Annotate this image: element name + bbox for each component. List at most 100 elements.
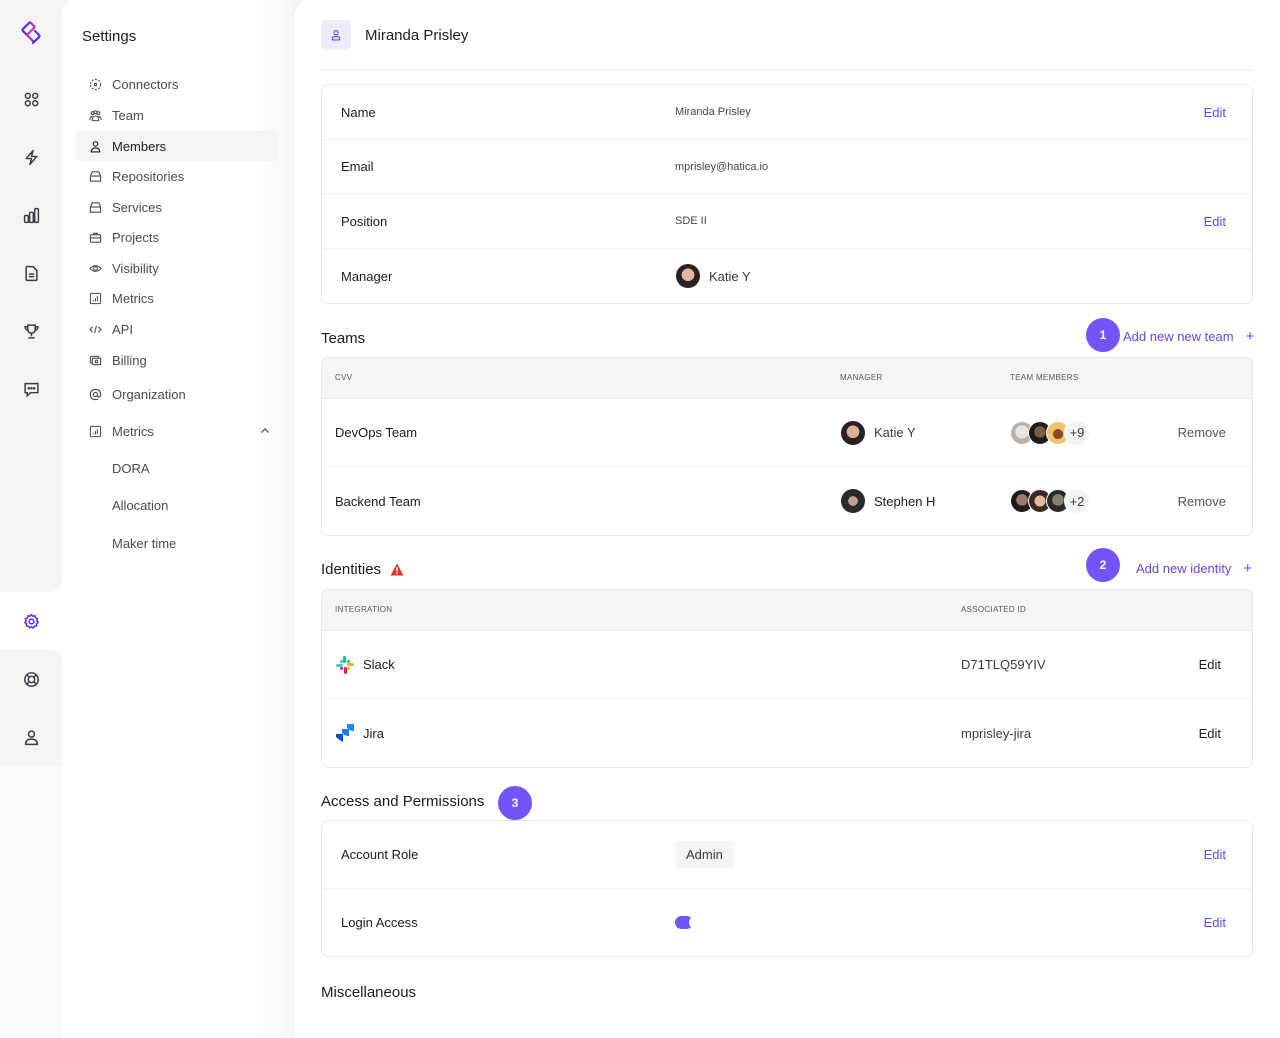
sidebar-item-label: Billing bbox=[112, 352, 147, 368]
user-icon bbox=[88, 139, 102, 153]
remove-team-button[interactable]: Remove bbox=[1178, 399, 1226, 466]
misc-section-title: Miscellaneous bbox=[321, 984, 416, 1001]
sidebar-item-metrics-group[interactable]: Metrics bbox=[75, 416, 279, 446]
manager-name: Katie Y bbox=[709, 268, 751, 284]
sidebar-title: Settings bbox=[82, 28, 137, 45]
more-members-count: +9 bbox=[1064, 419, 1090, 446]
add-team-label: Add new new team bbox=[1123, 329, 1234, 344]
teams-section-title: Teams bbox=[321, 330, 365, 347]
step-badge: 1 bbox=[1086, 318, 1120, 352]
field-value: mprisley@hatica.io bbox=[675, 160, 769, 173]
settings-sidebar: Settings Connectors Team Members Reposit… bbox=[62, 0, 293, 1038]
table-header: INTEGRATION ASSOCIATED ID bbox=[322, 590, 1252, 631]
column-header: TEAM MEMBERS bbox=[1010, 373, 1079, 382]
briefcase-icon bbox=[88, 230, 102, 244]
integration-cell: Slack bbox=[335, 631, 395, 698]
remove-team-button[interactable]: Remove bbox=[1178, 467, 1226, 535]
edit-login-access-button[interactable]: Edit bbox=[1204, 915, 1226, 930]
sidebar-item-team[interactable]: Team bbox=[75, 100, 279, 130]
identities-table: INTEGRATION ASSOCIATED ID Slack D71TLQ59… bbox=[321, 589, 1253, 768]
sidebar-item-visibility[interactable]: Visibility bbox=[75, 253, 279, 283]
field-value: Miranda Prisley bbox=[675, 106, 751, 118]
bar-chart-icon[interactable] bbox=[19, 203, 43, 227]
main-panel: Miranda Prisley Name Miranda Prisley Edi… bbox=[293, 0, 1280, 1038]
sidebar-item-services[interactable]: Services bbox=[75, 192, 279, 222]
sidebar-item-label: API bbox=[112, 321, 133, 337]
eye-icon bbox=[88, 261, 102, 275]
sidebar-item-organization[interactable]: Organization bbox=[75, 379, 279, 409]
user-icon[interactable] bbox=[19, 725, 43, 749]
sidebar-subitem-dora[interactable]: DORA bbox=[112, 461, 150, 476]
add-team-button[interactable]: Add new new team + bbox=[1123, 328, 1254, 345]
field-label: Name bbox=[341, 104, 376, 120]
sidebar-item-metrics[interactable]: Metrics bbox=[75, 283, 279, 313]
sidebar-item-members[interactable]: Members bbox=[75, 131, 279, 161]
role-pill: Admin bbox=[675, 841, 734, 868]
sidebar-subitem-maker-time[interactable]: Maker time bbox=[112, 536, 176, 551]
repository-icon bbox=[88, 169, 102, 183]
identities-section-title: Identities bbox=[321, 561, 404, 578]
sidebar-item-connectors[interactable]: Connectors bbox=[75, 69, 279, 99]
column-header: ASSOCIATED ID bbox=[961, 605, 1027, 614]
manager-value: Katie Y bbox=[675, 263, 751, 289]
field-label: Account Role bbox=[341, 847, 419, 862]
chat-icon[interactable] bbox=[19, 377, 43, 401]
sidebar-item-repositories[interactable]: Repositories bbox=[75, 161, 279, 191]
warning-icon bbox=[390, 563, 404, 576]
sidebar-subitem-allocation[interactable]: Allocation bbox=[112, 498, 168, 513]
role-value: Admin bbox=[675, 841, 734, 868]
sidebar-item-billing[interactable]: Billing bbox=[75, 345, 279, 375]
user-icon bbox=[321, 20, 351, 50]
bolt-icon[interactable] bbox=[19, 145, 43, 169]
edit-name-button[interactable]: Edit bbox=[1204, 105, 1226, 120]
access-row-login: Login Access Edit bbox=[322, 889, 1252, 956]
manager-name: Stephen H bbox=[874, 493, 936, 509]
field-label: Position bbox=[341, 213, 388, 229]
grid-icon[interactable] bbox=[19, 87, 43, 111]
connectors-icon bbox=[88, 77, 102, 91]
team-members[interactable]: +2 bbox=[1010, 467, 1090, 535]
sidebar-item-label: Organization bbox=[112, 386, 186, 402]
sidebar-item-projects[interactable]: Projects bbox=[75, 222, 279, 252]
integration-name: Jira bbox=[363, 725, 384, 741]
page-header: Miranda Prisley bbox=[321, 20, 468, 50]
team-members[interactable]: +9 bbox=[1010, 399, 1090, 466]
sidebar-item-label: Metrics bbox=[112, 290, 154, 306]
sidebar-item-label: Projects bbox=[112, 229, 159, 245]
sidebar-item-label: Repositories bbox=[112, 168, 185, 184]
integration-name: Slack bbox=[363, 657, 395, 672]
profile-row-position: Position SDE II Edit bbox=[322, 194, 1252, 249]
column-header: MANAGER bbox=[840, 373, 883, 382]
lifebuoy-icon[interactable] bbox=[19, 667, 43, 691]
page-title: Miranda Prisley bbox=[365, 26, 469, 44]
chevron-up-icon[interactable] bbox=[259, 425, 271, 437]
login-access-toggle[interactable] bbox=[675, 916, 702, 929]
access-card: Account Role Admin Edit Login Access Edi… bbox=[321, 820, 1253, 957]
column-header: INTEGRATION bbox=[335, 605, 393, 614]
billing-icon bbox=[88, 353, 102, 367]
profile-row-name: Name Miranda Prisley Edit bbox=[322, 85, 1252, 140]
hatica-logo-icon[interactable] bbox=[19, 21, 43, 45]
edit-role-button[interactable]: Edit bbox=[1204, 847, 1226, 862]
sidebar-item-label: Metrics bbox=[112, 423, 154, 439]
slack-icon bbox=[336, 655, 354, 674]
step-badge: 3 bbox=[498, 786, 532, 820]
document-icon[interactable] bbox=[19, 261, 43, 285]
trophy-icon[interactable] bbox=[19, 319, 43, 343]
code-icon bbox=[88, 322, 102, 336]
field-label: Login Access bbox=[341, 915, 418, 930]
sidebar-item-label: Members bbox=[112, 138, 167, 154]
team-manager: Katie Y bbox=[840, 399, 916, 466]
metrics-icon bbox=[88, 424, 102, 438]
edit-identity-button[interactable]: Edit bbox=[1199, 699, 1221, 767]
gear-icon[interactable] bbox=[19, 609, 43, 633]
column-header: CVV bbox=[335, 373, 353, 382]
table-row: DevOps Team Katie Y +9 Remove bbox=[322, 399, 1252, 467]
edit-position-button[interactable]: Edit bbox=[1204, 214, 1226, 229]
sidebar-item-label: Connectors bbox=[112, 76, 179, 92]
associated-id: D71TLQ59YIV bbox=[961, 657, 1046, 672]
edit-identity-button[interactable]: Edit bbox=[1199, 631, 1221, 698]
add-identity-button[interactable]: Add new identity + bbox=[1136, 560, 1252, 577]
sidebar-item-api[interactable]: API bbox=[75, 314, 279, 344]
sidebar-item-label: Services bbox=[112, 199, 162, 215]
